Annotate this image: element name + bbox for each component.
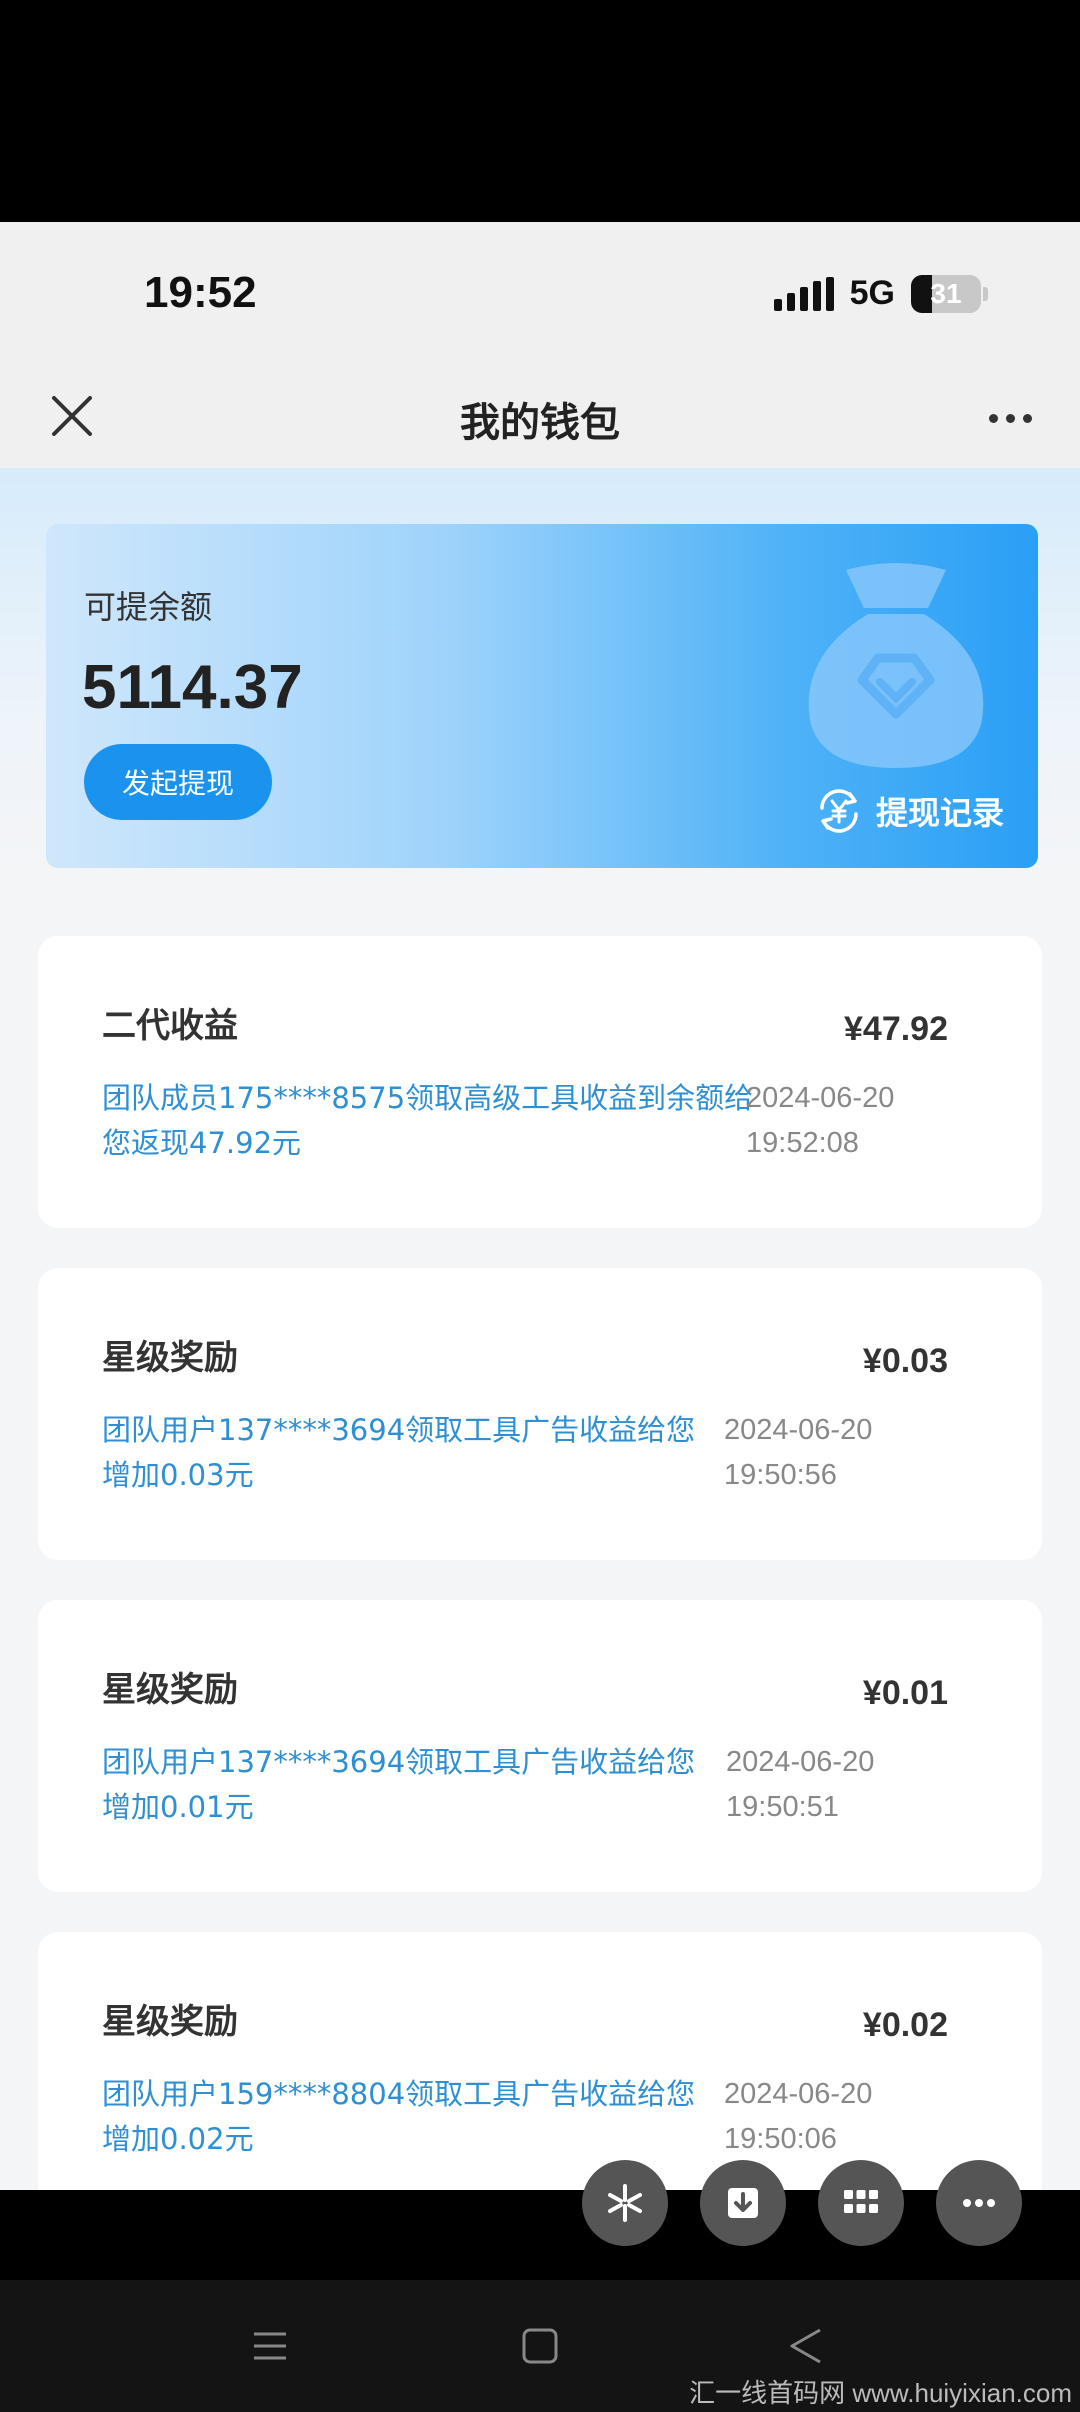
money-bag-icon — [808, 563, 984, 768]
transaction-title: 星级奖励 — [102, 2002, 238, 2042]
download-button[interactable] — [700, 2160, 786, 2246]
battery-icon: 31 — [911, 274, 981, 313]
withdraw-records-label: 提现记录 — [875, 794, 1004, 832]
grid-icon — [844, 2190, 878, 2213]
more-button[interactable] — [936, 2160, 1022, 2246]
withdraw-button[interactable]: 发起提现 — [84, 744, 272, 820]
status-time: 19:52 — [144, 268, 257, 317]
back-icon[interactable] — [780, 2320, 832, 2372]
transaction-title: 二代收益 — [102, 1006, 238, 1046]
page-content: 可提余额 5114.37 发起提现 提现记录 二代收益 ¥47.92 团队成员1… — [0, 468, 1080, 2190]
sparkle-icon — [608, 2184, 642, 2222]
transaction-date: 2024-06-20 — [726, 1746, 875, 1778]
more-icon — [963, 2199, 995, 2207]
more-icon[interactable] — [980, 392, 1040, 444]
transaction-amount: ¥0.01 — [862, 1674, 948, 1712]
sparkle-button[interactable] — [582, 2160, 668, 2246]
transaction-item[interactable]: 星级奖励 ¥0.02 团队用户159****8804领取工具广告收益给您增加0.… — [38, 1932, 1042, 2190]
menu-icon[interactable] — [244, 2320, 296, 2372]
transaction-list: 二代收益 ¥47.92 团队成员175****8575领取高级工具收益到余额给您… — [38, 936, 1042, 2190]
transaction-datetime: 2024-06-20 19:50:51 — [726, 1740, 874, 1830]
transaction-date: 2024-06-20 — [724, 2078, 873, 2110]
balance-value: 5114.37 — [82, 653, 303, 722]
page-title: 我的钱包 — [460, 400, 620, 446]
app-screen: 19:52 5G 31 我的钱包 可提余额 5114.37 发起提现 提现记录 … — [0, 222, 1080, 2190]
transaction-time: 19:50:51 — [726, 1791, 839, 1823]
transaction-time: 19:52:08 — [746, 1127, 859, 1159]
watermark-text: 汇一线首码网 www.huiyixian.com — [689, 2378, 1072, 2408]
transaction-date: 2024-06-20 — [746, 1082, 895, 1114]
network-type: 5G — [849, 274, 895, 312]
transaction-time: 19:50:06 — [724, 2123, 837, 2155]
transaction-description: 团队成员175****8575领取高级工具收益到余额给您返现47.92元 — [102, 1081, 754, 1160]
transaction-item[interactable]: 星级奖励 ¥0.03 团队用户137****3694领取工具广告收益给您增加0.… — [38, 1268, 1042, 1560]
home-icon[interactable] — [514, 2320, 566, 2372]
floating-action-bar — [582, 2160, 1022, 2246]
yuan-cycle-icon — [820, 789, 858, 833]
transaction-amount: ¥47.92 — [844, 1010, 948, 1048]
battery-level: 31 — [930, 277, 962, 309]
wallet-card: 可提余额 5114.37 发起提现 提现记录 — [46, 524, 1038, 868]
status-bar: 19:52 5G 31 — [0, 222, 1080, 368]
status-indicators: 5G 31 — [773, 274, 988, 313]
top-black-bar — [0, 0, 1080, 222]
transaction-datetime: 2024-06-20 19:52:08 — [746, 1076, 894, 1166]
transaction-amount: ¥0.02 — [862, 2006, 948, 2044]
transaction-time: 19:50:56 — [724, 1459, 837, 1491]
transaction-title: 星级奖励 — [102, 1338, 238, 1378]
grid-button[interactable] — [818, 2160, 904, 2246]
withdraw-records-link[interactable]: 提现记录 — [814, 786, 1004, 836]
transaction-datetime: 2024-06-20 19:50:56 — [724, 1408, 872, 1498]
transaction-item[interactable]: 二代收益 ¥47.92 团队成员175****8575领取高级工具收益到余额给您… — [38, 936, 1042, 1228]
transaction-title: 星级奖励 — [102, 1670, 238, 1710]
transaction-date: 2024-06-20 — [724, 1414, 873, 1446]
system-navigation-bar: 汇一线首码网 www.huiyixian.com — [0, 2280, 1080, 2412]
balance-label: 可提余额 — [84, 588, 213, 626]
transaction-description: 团队用户137****3694领取工具广告收益给您增加0.03元 — [102, 1413, 696, 1492]
transaction-item[interactable]: 星级奖励 ¥0.01 团队用户137****3694领取工具广告收益给您增加0.… — [38, 1600, 1042, 1892]
transaction-description: 团队用户137****3694领取工具广告收益给您增加0.01元 — [102, 1745, 696, 1824]
download-icon — [728, 2188, 758, 2218]
transaction-description: 团队用户159****8804领取工具广告收益给您增加0.02元 — [102, 2077, 696, 2156]
signal-icon — [773, 276, 834, 311]
transaction-amount: ¥0.03 — [862, 1342, 948, 1380]
navigation-bar: 我的钱包 — [0, 368, 1080, 468]
transaction-datetime: 2024-06-20 19:50:06 — [724, 2072, 872, 2162]
